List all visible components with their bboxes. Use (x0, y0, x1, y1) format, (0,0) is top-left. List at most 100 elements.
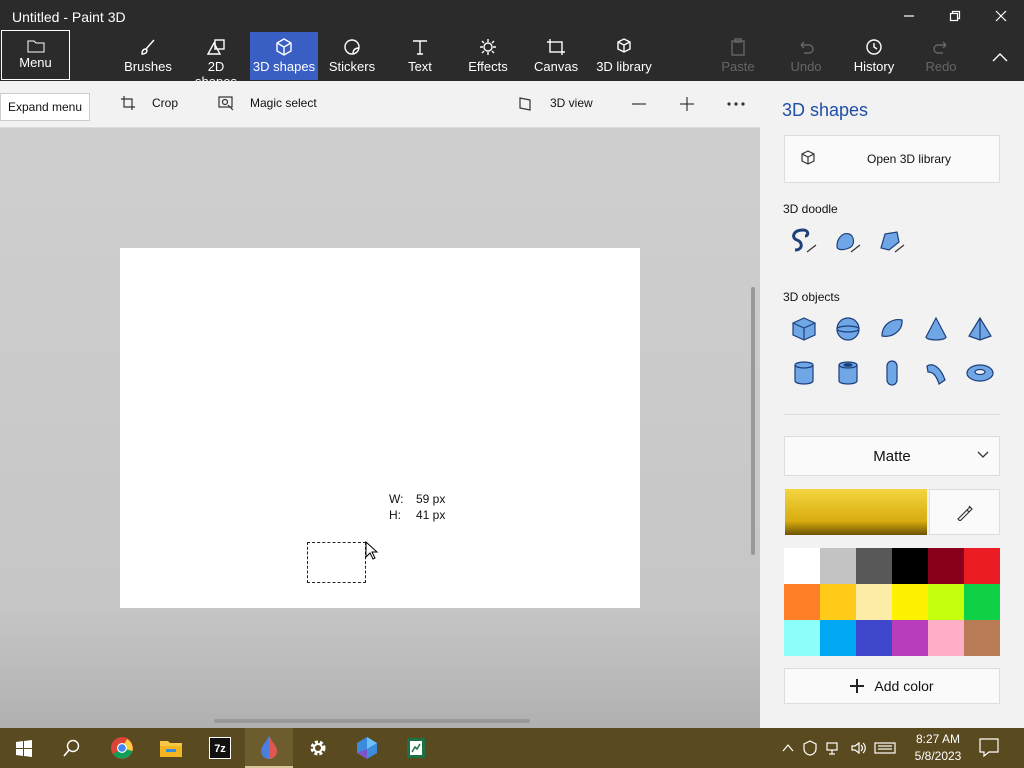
tab-stickers[interactable]: Stickers (327, 32, 377, 80)
current-color-swatch[interactable] (785, 489, 927, 535)
color-swatch[interactable] (928, 584, 964, 620)
network-icon[interactable] (826, 740, 842, 756)
expand-menu-button[interactable]: Expand menu (0, 93, 90, 121)
cylinder-icon[interactable] (788, 357, 820, 389)
color-swatch[interactable] (820, 584, 856, 620)
start-button[interactable] (0, 728, 48, 768)
chevron-up-icon[interactable] (782, 743, 794, 753)
tab-2d-shapes[interactable]: 2D shapes (185, 32, 247, 89)
magic-select-label: Magic select (250, 96, 317, 110)
tab-3d-library-label: 3D library (596, 59, 652, 74)
history-button[interactable]: History (850, 32, 898, 80)
keyboard-icon[interactable] (874, 741, 896, 755)
2d-shapes-icon (206, 39, 225, 55)
sharp-doodle-icon[interactable] (788, 225, 820, 257)
color-swatch[interactable] (928, 548, 964, 584)
color-swatch[interactable] (784, 620, 820, 656)
collapse-ribbon-button[interactable] (985, 44, 1015, 70)
color-swatch[interactable] (784, 548, 820, 584)
tab-3d-library[interactable]: 3D library (594, 32, 654, 80)
3d-view-button[interactable]: 3D view (518, 95, 593, 111)
color-swatch[interactable] (820, 548, 856, 584)
sphere-icon[interactable] (832, 313, 864, 345)
cone-icon[interactable] (920, 313, 952, 345)
horizontal-scrollbar[interactable] (214, 719, 530, 723)
material-dropdown[interactable]: Matte (784, 436, 1000, 476)
crop-button[interactable]: Crop (120, 95, 178, 111)
pyramid-icon[interactable] (964, 313, 996, 345)
file-explorer-button[interactable] (147, 728, 195, 768)
redo-icon (933, 41, 947, 54)
open-3d-library-label: Open 3D library (867, 152, 952, 166)
tab-3d-shapes[interactable]: 3D shapes (250, 32, 318, 80)
search-button[interactable] (48, 728, 96, 768)
tube-doodle-icon[interactable] (876, 225, 908, 257)
selection-box[interactable] (307, 542, 366, 583)
chrome-button[interactable] (98, 728, 146, 768)
restore-button[interactable] (932, 2, 978, 30)
color-swatch[interactable] (856, 584, 892, 620)
tab-effects-label: Effects (468, 59, 508, 74)
close-button[interactable] (978, 2, 1024, 30)
zoom-in-button[interactable] (679, 96, 695, 112)
undo-button[interactable]: Undo (783, 32, 829, 80)
excel-button[interactable] (392, 728, 440, 768)
start-icon (16, 740, 32, 757)
paste-icon (731, 38, 745, 56)
menu-button[interactable]: Menu (1, 30, 70, 80)
color-swatch[interactable] (964, 584, 1000, 620)
tab-text-label: Text (408, 59, 432, 74)
hemisphere-icon[interactable] (876, 313, 908, 345)
divider (784, 414, 1000, 415)
volume-icon[interactable] (850, 740, 866, 756)
soft-doodle-icon[interactable] (832, 225, 864, 257)
settings-button[interactable] (294, 728, 342, 768)
tab-text[interactable]: Text (400, 32, 440, 80)
tab-effects[interactable]: Effects (466, 32, 510, 80)
paint-3d-button[interactable] (245, 728, 293, 768)
color-swatch[interactable] (892, 584, 928, 620)
search-icon (63, 739, 80, 757)
7zip-button[interactable]: 7z (196, 728, 244, 768)
drawing-canvas[interactable] (120, 248, 640, 608)
tab-canvas[interactable]: Canvas (534, 32, 578, 80)
donut-icon[interactable] (964, 357, 996, 389)
app-button[interactable] (343, 728, 391, 768)
capsule-icon[interactable] (876, 357, 908, 389)
notifications-button[interactable] (978, 736, 1000, 763)
clock-time: 8:27 AM (915, 732, 961, 746)
clock[interactable]: 8:27 AM 5/8/2023 (906, 731, 970, 765)
minimize-button[interactable] (886, 2, 932, 30)
paste-button[interactable]: Paste (715, 32, 761, 80)
paint-3d-icon (261, 736, 277, 759)
magic-select-button[interactable]: Magic select (218, 95, 317, 111)
window-title: Untitled - Paint 3D (12, 9, 126, 25)
panel-title: 3D shapes (782, 100, 869, 120)
redo-button[interactable]: Redo (918, 32, 964, 80)
security-icon[interactable] (802, 740, 818, 756)
plus-icon (850, 679, 865, 693)
add-color-button[interactable]: Add color (784, 668, 1000, 704)
eyedropper-button[interactable] (929, 489, 1000, 535)
plus-icon (680, 97, 694, 111)
open-3d-library-button[interactable]: Open 3D library (784, 135, 1000, 183)
vertical-scrollbar[interactable] (751, 287, 755, 555)
history-label: History (853, 59, 895, 74)
curved-tube-icon[interactable] (920, 357, 952, 389)
color-swatch[interactable] (784, 584, 820, 620)
app-icon (357, 737, 377, 759)
color-swatch[interactable] (928, 620, 964, 656)
color-swatch[interactable] (964, 548, 1000, 584)
color-swatch[interactable] (856, 620, 892, 656)
color-swatch[interactable] (892, 620, 928, 656)
workspace[interactable] (0, 128, 760, 728)
color-swatch[interactable] (820, 620, 856, 656)
tab-brushes[interactable]: Brushes (121, 32, 175, 80)
color-swatch[interactable] (856, 548, 892, 584)
tube-icon[interactable] (832, 357, 864, 389)
cube-icon[interactable] (788, 313, 820, 345)
color-swatch[interactable] (892, 548, 928, 584)
color-swatch[interactable] (964, 620, 1000, 656)
more-options-button[interactable] (727, 96, 745, 112)
zoom-out-button[interactable] (631, 96, 647, 112)
